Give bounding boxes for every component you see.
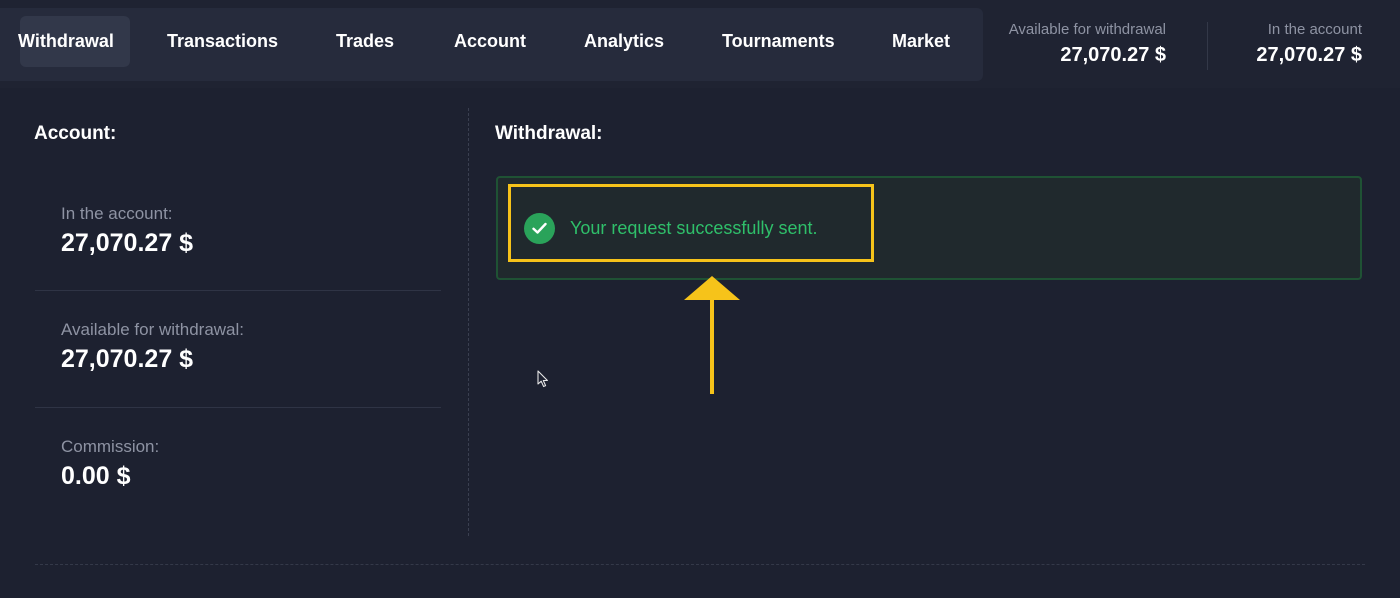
stat-available: Available for withdrawal: 27,070.27 $ [61, 318, 244, 376]
tab-account[interactable]: Account [454, 16, 526, 67]
withdrawal-section-title: Withdrawal: [495, 123, 603, 144]
stat-divider [35, 290, 441, 291]
stat-commission-label: Commission: [61, 437, 160, 456]
tab-market[interactable]: Market [892, 16, 950, 67]
stat-available-value: 27,070.27 $ [61, 345, 194, 373]
tab-trades[interactable]: Trades [336, 16, 394, 67]
header-available-label: Available for withdrawal [1008, 21, 1166, 38]
stat-in-account: In the account: 27,070.27 $ [61, 202, 193, 260]
top-bar: Withdrawal Transactions Trades Account A… [0, 0, 1400, 88]
mouse-cursor-icon [537, 370, 548, 388]
stat-commission-value: 0.00 $ [61, 462, 131, 490]
header-account-value: 27,070.27 $ [1256, 44, 1362, 66]
header-available-value: 27,070.27 $ [1060, 44, 1166, 66]
account-section-title: Account: [34, 123, 117, 144]
header-account-balance: In the account 27,070.27 $ [1256, 20, 1362, 70]
stat-divider [35, 407, 441, 408]
tab-transactions[interactable]: Transactions [167, 16, 278, 67]
tab-analytics[interactable]: Analytics [584, 16, 664, 67]
stat-in-account-label: In the account: [61, 204, 173, 223]
header-account-label: In the account [1267, 21, 1362, 38]
header-balance-divider [1207, 22, 1208, 70]
stat-commission: Commission: 0.00 $ [61, 435, 159, 493]
bottom-divider [35, 564, 1365, 565]
header-available-balance: Available for withdrawal 27,070.27 $ [1009, 20, 1166, 70]
column-divider [468, 108, 469, 536]
highlight-box-annotation [508, 184, 874, 262]
up-arrow-annotation-icon [684, 276, 740, 394]
stat-available-label: Available for withdrawal: [61, 320, 244, 339]
nav-tabs: Withdrawal Transactions Trades Account A… [0, 8, 983, 81]
stat-in-account-value: 27,070.27 $ [61, 229, 194, 257]
tab-withdrawal[interactable]: Withdrawal [18, 16, 130, 67]
tab-withdrawal-label: Withdrawal [18, 31, 114, 51]
tab-tournaments[interactable]: Tournaments [722, 16, 835, 67]
